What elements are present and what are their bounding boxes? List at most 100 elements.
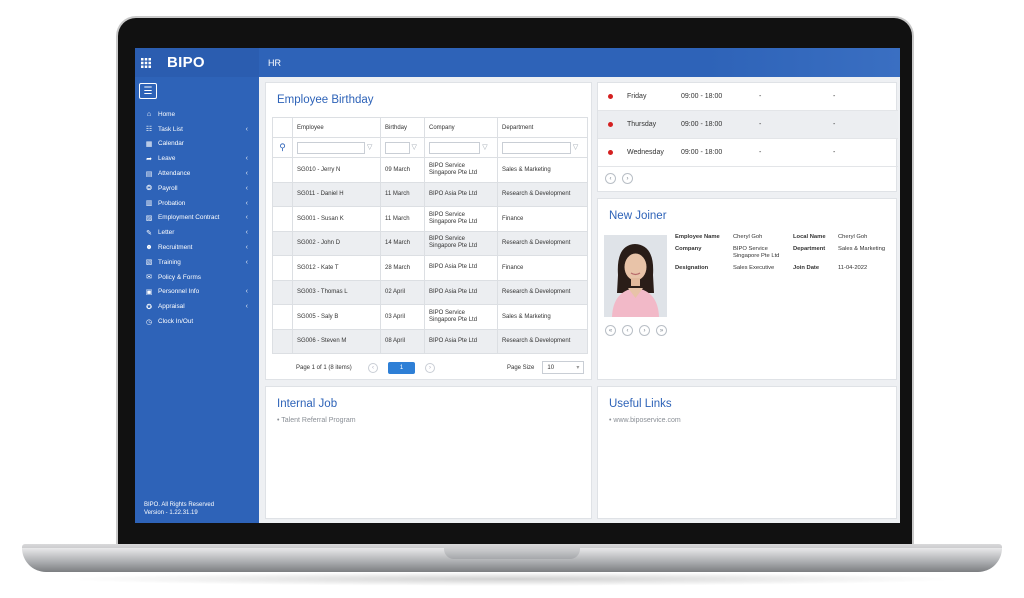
sidebar-item[interactable]: ➦ Leave ‹ [144,151,256,166]
department-label: Department [793,246,826,252]
prev-icon[interactable]: ‹ [622,325,633,336]
sidebar-item-label: Letter [158,229,175,237]
column-header[interactable]: Birthday [380,117,425,138]
chevron-left-icon: ‹ [245,170,248,178]
sidebar-item[interactable]: ☻ Recruitment ‹ [144,240,256,255]
menu-toggle-button[interactable]: ☰ [139,83,157,99]
chevron-left-icon: ‹ [245,214,248,222]
row-select-cell [272,328,293,354]
employee-filter-input[interactable] [297,141,365,154]
page-size-value: 10 [547,364,555,371]
schedule-c4: - [833,149,836,156]
cell-department: Finance [497,255,588,281]
policy-icon: ✉ [146,274,152,282]
panel-title: Employee Birthday [277,94,374,106]
sidebar-item[interactable]: ⌂ Home [144,107,256,122]
table-row[interactable]: SG001 - Susan K 11 March BIPO Service Sing… [272,206,588,232]
sidebar-item[interactable]: ▨ Employment Contract ‹ [144,211,256,226]
chevron-left-icon: ‹ [245,258,248,266]
prev-icon[interactable]: ‹ [605,173,616,184]
cell-employee: SG006 - Steven M [292,328,381,354]
first-icon[interactable]: « [605,325,616,336]
table-row[interactable]: SG010 - Jerry N 09 March BIPO Service Sing… [272,157,588,183]
birthday-filter-input[interactable] [385,141,410,154]
prev-page-button[interactable]: ‹ [368,362,378,373]
sidebar-item[interactable]: ▦ Calendar [144,137,256,152]
internal-job-link[interactable]: • Talent Referral Program [277,417,356,424]
schedule-row: Wednesday 09:00 - 18:00 - - [598,139,898,167]
next-icon[interactable]: › [622,173,633,184]
schedule-row: Thursday 09:00 - 18:00 - - [598,111,898,139]
sidebar-item[interactable]: ▣ Personnel Info ‹ [144,285,256,300]
sidebar-item[interactable]: ☷ Task List ‹ [144,122,256,137]
table-row[interactable]: SG005 - Saly B 03 April BIPO Service Singa… [272,304,588,330]
internal-job-panel: Internal Job • Talent Referral Program [265,386,592,519]
letter-icon: ✎ [146,229,152,237]
employee-name-value: Cheryl Goh [733,234,763,240]
row-select-cell [272,206,293,232]
useful-link[interactable]: • www.biposervice.com [609,417,681,424]
cell-company: BIPO Service Singapore Pte Ltd [424,304,498,330]
filter-icon[interactable]: ▽ [482,143,487,151]
table-row[interactable]: SG006 - Steven M 08 April BIPO Asia Pte Lt… [272,328,588,354]
chevron-left-icon: ‹ [245,288,248,296]
employee-name-label: Employee Name [675,234,720,240]
sidebar-item[interactable]: ✉ Policy & Forms [144,270,256,285]
company-value: BIPO Service Singapore Pte Ltd [733,246,780,259]
next-icon[interactable]: › [639,325,650,336]
filter-cell: ▽ [292,137,381,158]
page-size-select[interactable]: 10 ▾ [542,361,585,374]
birthday-table: Employee Birthday Company Department ⚲ ▽… [272,117,588,354]
cell-birthday: 03 April [380,304,425,330]
app-grid-icon[interactable] [135,48,157,77]
sidebar-item[interactable]: ▤ Attendance ‹ [144,166,256,181]
filter-icon[interactable]: ▽ [367,143,372,151]
cell-birthday: 09 March [380,157,425,183]
probation-icon: ▥ [145,200,153,208]
sidebar-item-label: Calendar [158,140,184,148]
table-row[interactable]: SG012 - Kate T 28 March BIPO Asia Pte Ltd F… [272,255,588,281]
sidebar-item[interactable]: ✪ Appraisal ‹ [144,299,256,314]
sidebar-footer: BIPO. All Rights Reserved Version - 1.22… [144,501,214,517]
search-icon[interactable]: ⚲ [279,142,286,152]
sidebar-item-label: Appraisal [158,303,185,311]
status-dot-icon [608,94,613,99]
cell-department: Sales & Marketing [497,304,588,330]
schedule-day: Wednesday [627,149,664,156]
cell-company: BIPO Service Singapore Pte Ltd [424,206,498,232]
joiner-details: Employee Name Cheryl Goh Local Name Cher… [675,234,898,272]
sidebar-item[interactable]: ▥ Probation ‹ [144,196,256,211]
cell-employee: SG001 - Susan K [292,206,381,232]
table-row[interactable]: SG003 - Thomas L 02 April BIPO Asia Pte Lt… [272,279,588,305]
join-date-label: Join Date [793,265,820,271]
brand-logo: BIPO [167,54,205,71]
next-page-button[interactable]: › [425,362,435,373]
sidebar-item[interactable]: ❂ Payroll ‹ [144,181,256,196]
department-filter-input[interactable] [502,141,571,154]
schedule-time: 09:00 - 18:00 [681,121,723,128]
column-header[interactable]: Department [497,117,588,138]
filter-icon[interactable]: ▽ [573,143,578,151]
company-filter-input[interactable] [429,141,481,154]
sidebar-item[interactable]: ◷ Clock In/Out [144,314,256,329]
schedule-c3: - [759,93,762,100]
table-row[interactable]: SG011 - Daniel H 11 March BIPO Asia Pte Lt… [272,181,588,207]
sidebar-item[interactable]: ▧ Training ‹ [144,255,256,270]
chevron-left-icon: ‹ [245,155,248,163]
cell-department: Research & Development [497,328,588,354]
column-header[interactable]: Employee [292,117,381,138]
schedule-c4: - [833,121,836,128]
row-select-cell [272,230,293,256]
sidebar-item[interactable]: ✎ Letter ‹ [144,225,256,240]
last-icon[interactable]: » [656,325,667,336]
status-dot-icon [608,150,613,155]
filter-cell: ▽ [497,137,588,158]
status-dot-icon [608,122,613,127]
table-row[interactable]: SG002 - John D 14 March BIPO Service Singa… [272,230,588,256]
new-joiner-panel: New Joiner Employee Name Cheryl Goh Loca… [597,198,897,380]
column-header[interactable]: Company [424,117,498,138]
filter-icon[interactable]: ▽ [412,143,417,151]
cell-employee: SG002 - John D [292,230,381,256]
page-number-button[interactable]: 1 [388,361,415,374]
sidebar-item-label: Policy & Forms [158,273,201,281]
